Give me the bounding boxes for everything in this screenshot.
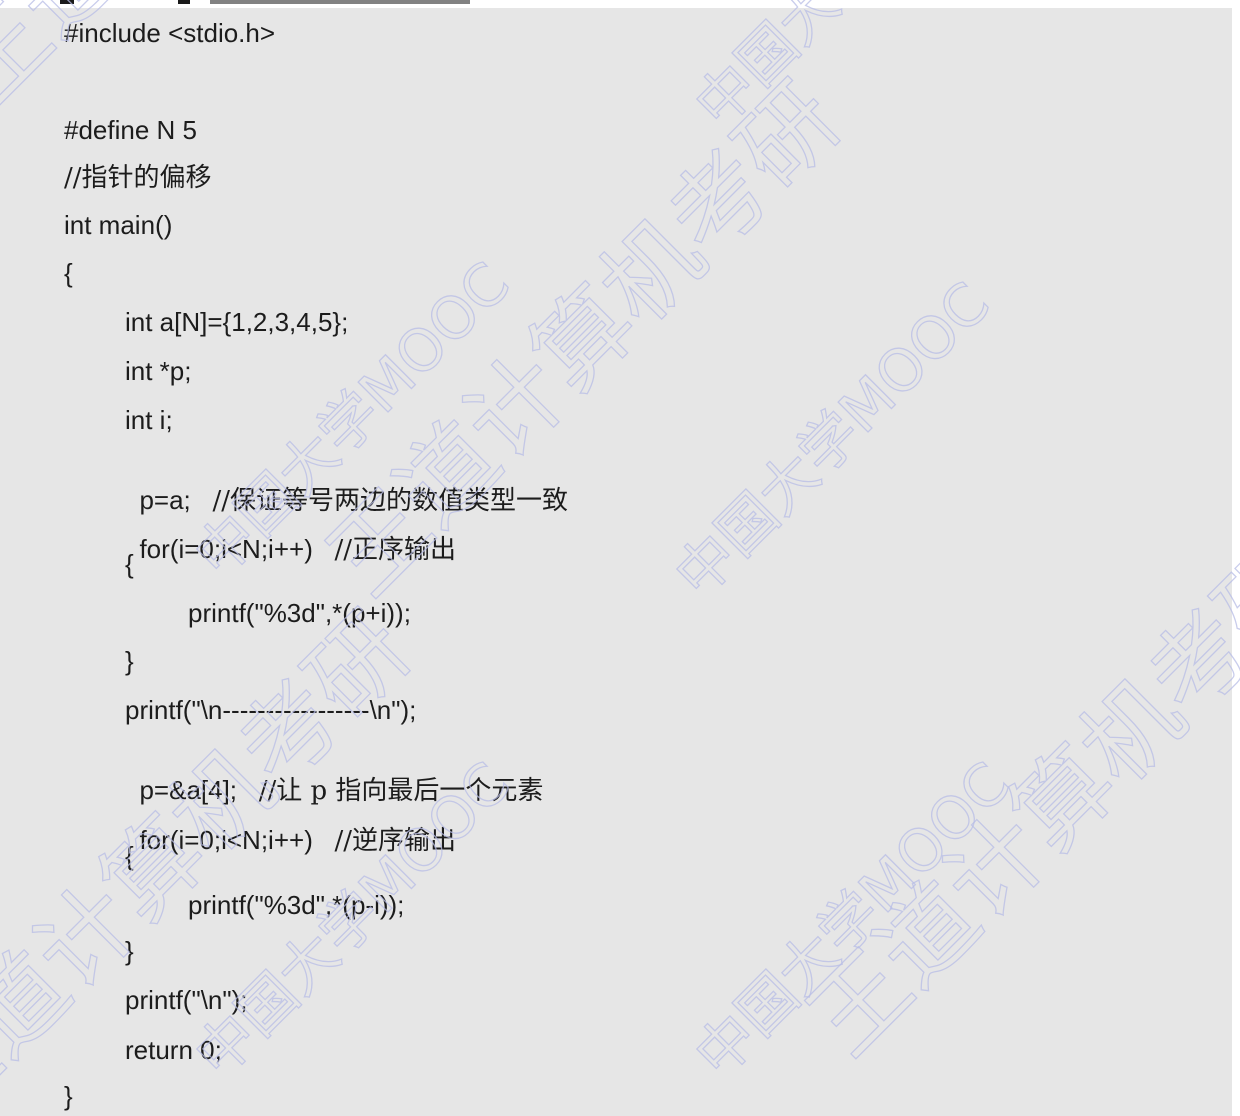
cropped-heading-remnant: [60, 0, 480, 6]
code-line-assign-last: p=&a[4]; //让 p 指向最后一个元素: [125, 742, 543, 806]
code-text: for(i=0;i<N;i++): [139, 825, 313, 855]
code-comment-pointer-offset: //指针的偏移: [64, 163, 212, 193]
code-line-open-brace: {: [125, 841, 134, 871]
code-line-for-forward: for(i=0;i<N;i++) //正序输出: [125, 501, 456, 565]
code-line-for-reverse: for(i=0;i<N;i++) //逆序输出: [125, 792, 456, 856]
code-text: for(i=0;i<N;i++): [139, 534, 313, 564]
code-line-printf-newline: printf("\n");: [125, 985, 248, 1015]
code-line-define: #define N 5: [64, 115, 197, 145]
code-line-close-main: }: [64, 1081, 73, 1111]
code-line-pointer-decl: int *p;: [125, 356, 192, 386]
code-line-close-brace: }: [125, 936, 134, 966]
code-line-printf-forward: printf("%3d",*(p+i));: [188, 598, 411, 628]
code-line-return: return 0;: [125, 1035, 222, 1065]
code-comment: //逆序输出: [334, 826, 457, 856]
code-line-assign: p=a; //保证等号两边的数值类型一致: [125, 452, 568, 516]
code-line-include: #include <stdio.h>: [64, 18, 276, 48]
code-line-main: int main(): [64, 210, 173, 240]
code-line-open-brace: {: [64, 258, 73, 288]
code-line-close-brace: }: [125, 646, 134, 676]
code-line-array-decl: int a[N]={1,2,3,4,5};: [125, 307, 349, 337]
code-line-int-decl: int i;: [125, 405, 173, 435]
code-comment: //正序输出: [334, 535, 457, 565]
code-line-printf-reverse: printf("%3d",*(p-i));: [188, 890, 405, 920]
code-line-open-brace: {: [125, 549, 134, 579]
code-line-printf-separator: printf("\n-----------------\n");: [125, 695, 417, 725]
